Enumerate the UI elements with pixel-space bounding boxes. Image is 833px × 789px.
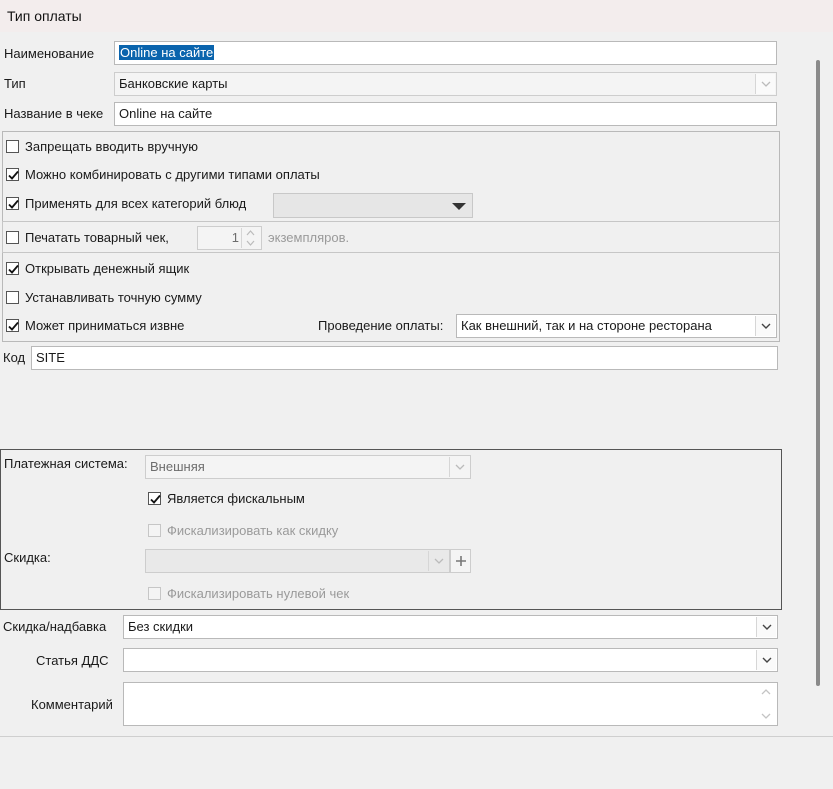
chevron-up-icon[interactable] <box>246 230 255 236</box>
fiscal-checkbox[interactable] <box>148 492 161 505</box>
open-drawer-checkbox[interactable] <box>6 262 19 275</box>
fiscal-zero-label: Фискализировать нулевой чек <box>167 586 350 601</box>
combine-checkbox[interactable] <box>6 168 19 181</box>
processing-select[interactable]: Как внешний, так и на стороне ресторана <box>456 314 777 338</box>
receipt-name-label: Название в чеке <box>4 106 104 121</box>
vertical-scrollbar[interactable] <box>816 60 820 686</box>
fiscal-label: Является фискальным <box>167 491 305 506</box>
chevron-up-icon[interactable] <box>761 689 771 695</box>
window-title: Тип оплаты <box>7 8 82 24</box>
discount-surcharge-select[interactable]: Без скидки <box>123 615 778 639</box>
title-bar: Тип оплаты <box>0 0 833 32</box>
chevron-down-icon[interactable] <box>449 457 469 477</box>
all-categories-label: Применять для всех категорий блюд <box>25 196 247 211</box>
payment-system-select[interactable]: Внешняя <box>145 455 471 479</box>
chevron-down-icon[interactable] <box>755 74 775 94</box>
comment-textarea[interactable] <box>123 682 778 726</box>
processing-value: Как внешний, так и на стороне ресторана <box>461 318 712 333</box>
check-icon <box>8 170 19 180</box>
discount-select[interactable] <box>145 549 450 573</box>
name-field[interactable]: Online на сайте <box>114 41 777 65</box>
check-icon <box>8 264 19 274</box>
discount-surcharge-label: Скидка/надбавка <box>3 619 107 634</box>
payment-system-value: Внешняя <box>150 459 205 474</box>
categories-select[interactable] <box>273 193 473 218</box>
chevron-down-icon[interactable] <box>756 650 776 670</box>
external-label: Может приниматься извне <box>25 318 185 333</box>
check-icon <box>8 199 19 209</box>
check-icon <box>150 494 161 504</box>
cashflow-select[interactable] <box>123 648 778 672</box>
code-label: Код <box>3 350 26 365</box>
bottom-bar <box>0 736 833 789</box>
check-icon <box>8 321 19 331</box>
code-field[interactable]: SITE <box>31 346 778 370</box>
add-discount-button[interactable] <box>450 549 471 573</box>
print-receipt-checkbox[interactable] <box>6 231 19 244</box>
type-value: Банковские карты <box>119 76 228 91</box>
discount-surcharge-value: Без скидки <box>128 619 194 634</box>
comment-scrollbar[interactable] <box>756 684 776 724</box>
payment-system-label: Платежная система: <box>4 456 128 471</box>
chevron-down-icon[interactable] <box>428 551 448 571</box>
name-label: Наименование <box>4 46 95 61</box>
fiscal-zero-checkbox[interactable] <box>148 587 161 600</box>
chevron-down-icon[interactable] <box>761 713 771 719</box>
type-select[interactable]: Банковские карты <box>114 72 777 96</box>
all-categories-checkbox[interactable] <box>6 197 19 210</box>
copies-spinner[interactable]: 1 <box>197 226 262 250</box>
comment-label: Комментарий <box>31 697 113 712</box>
forbid-manual-label: Запрещать вводить вручную <box>25 139 199 154</box>
exact-amount-checkbox[interactable] <box>6 291 19 304</box>
fiscal-discount-label: Фискализировать как скидку <box>167 523 339 538</box>
name-value: Online на сайте <box>119 45 215 60</box>
print-receipt-label: Печатать товарный чек, <box>25 230 169 245</box>
forbid-manual-checkbox[interactable] <box>6 140 19 153</box>
processing-label: Проведение оплаты: <box>318 318 444 333</box>
plus-icon <box>456 556 466 566</box>
type-label: Тип <box>4 76 26 91</box>
chevron-down-icon[interactable] <box>755 316 775 336</box>
exact-amount-label: Устанавливать точную сумму <box>25 290 202 305</box>
spinner-buttons[interactable] <box>241 228 260 248</box>
chevron-down-icon[interactable] <box>756 617 776 637</box>
copies-value: 1 <box>231 230 239 245</box>
combine-label: Можно комбинировать с другими типами опл… <box>25 167 320 182</box>
receipt-name-field[interactable]: Online на сайте <box>114 102 777 126</box>
chevron-down-icon[interactable] <box>246 240 255 246</box>
cashflow-label: Статья ДДС <box>36 653 109 668</box>
code-value: SITE <box>36 350 65 365</box>
caret-down-icon <box>452 203 466 210</box>
fiscal-discount-checkbox[interactable] <box>148 524 161 537</box>
copies-suffix: экземпляров. <box>268 230 350 245</box>
receipt-name-value: Online на сайте <box>119 106 213 121</box>
external-checkbox[interactable] <box>6 319 19 332</box>
discount-label: Скидка: <box>4 550 51 565</box>
open-drawer-label: Открывать денежный ящик <box>25 261 190 276</box>
